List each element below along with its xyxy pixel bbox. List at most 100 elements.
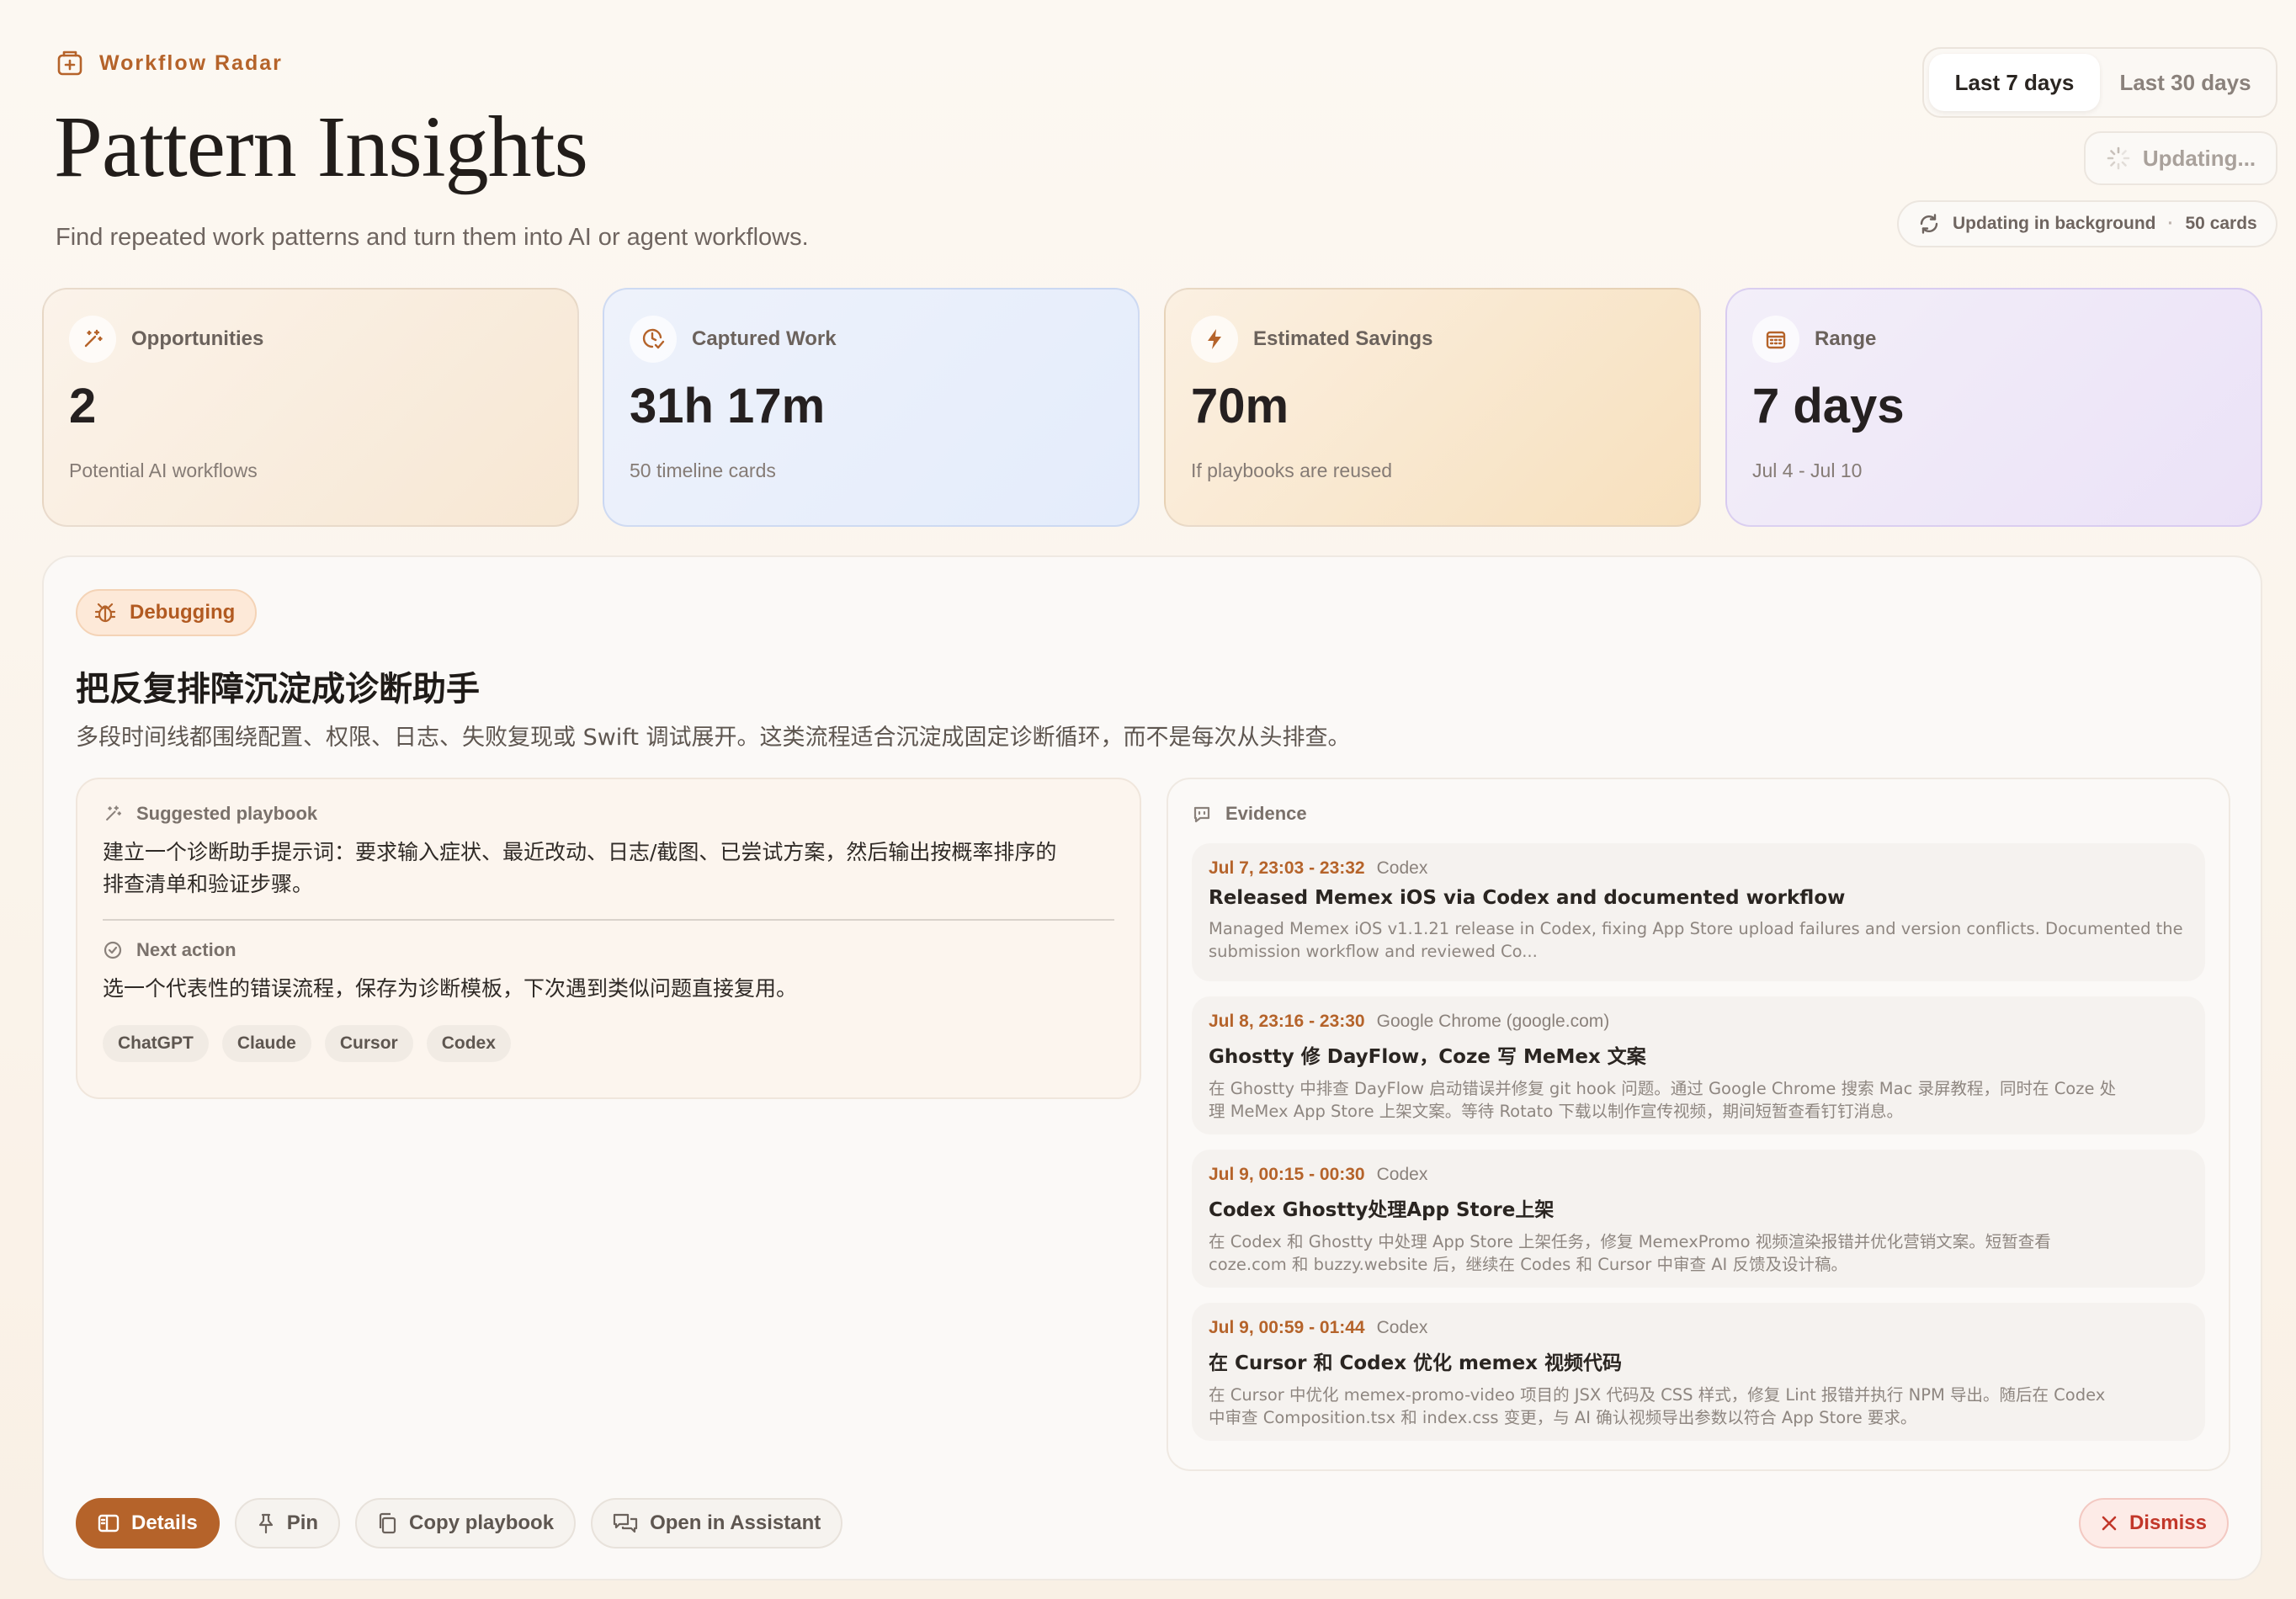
stat-card-opportunities: Opportunities 2 Potential AI workflows (42, 288, 579, 527)
range-last-30-days[interactable]: Last 30 days (2100, 54, 2271, 111)
magic-wand-icon (103, 804, 123, 824)
clock-check-icon (630, 316, 677, 363)
tool-chips: ChatGPT Claude Cursor Codex (103, 1025, 1114, 1062)
page-subtitle: Find repeated work patterns and turn the… (56, 224, 809, 251)
evidence-heading: Evidence (1192, 803, 2205, 825)
details-button[interactable]: Details (76, 1498, 220, 1549)
evidence-item[interactable]: Jul 9, 00:15 - 00:30 Codex Codex Ghostty处… (1192, 1150, 2205, 1288)
copy-icon (377, 1512, 397, 1534)
evidence-app: Codex (1376, 1165, 1428, 1184)
evidence-title: Released Memex iOS via Codex and documen… (1209, 887, 1846, 909)
playbook-heading-label: Suggested playbook (136, 803, 318, 824)
tag-label: Debugging (130, 601, 236, 624)
stat-value: 7 days (1752, 379, 1905, 433)
tool-chip-claude[interactable]: Claude (221, 1025, 311, 1062)
evidence-title: Ghostty 修 DayFlow，Coze 写 MeMex 文案 (1209, 1046, 1646, 1068)
evidence-time: Jul 7, 23:03 - 23:32 (1209, 858, 1365, 878)
playbook-line: 排查清单和验证步骤。 (103, 872, 314, 896)
evidence-description: Managed Memex iOS v1.1.21 release in Cod… (1209, 919, 2183, 961)
tool-chip-chatgpt[interactable]: ChatGPT (103, 1025, 209, 1062)
stat-caption: If playbooks are reused (1191, 460, 1393, 481)
range-last-7-days[interactable]: Last 7 days (1929, 54, 2100, 111)
dismiss-button[interactable]: Dismiss (2078, 1498, 2229, 1549)
calendar-icon (1752, 316, 1799, 363)
insight-card: Debugging 把反复排障沉淀成诊断助手 多段时间线都围绕配置、权限、日志、… (42, 555, 2262, 1580)
evidence-app: Google Chrome (google.com) (1376, 1012, 1610, 1031)
insight-description: 多段时间线都围绕配置、权限、日志、失败复现或 Swift 调试展开。这类流程适合… (76, 725, 1351, 751)
evidence-title: Codex Ghostty处理App Store上架 (1209, 1199, 1555, 1221)
tool-chip-codex[interactable]: Codex (426, 1025, 511, 1062)
lightning-icon (1191, 316, 1238, 363)
sidebar-panel-icon (98, 1514, 120, 1533)
stat-card-estimated-savings: Estimated Savings 70m If playbooks are r… (1164, 288, 1701, 527)
check-circle-icon (103, 940, 123, 960)
copy-playbook-button[interactable]: Copy playbook (355, 1498, 577, 1549)
range-toggle: Last 7 days Last 30 days (1922, 47, 2277, 118)
insight-title: 把反复排障沉淀成诊断助手 (76, 670, 480, 709)
evidence-time: Jul 9, 00:59 - 01:44 (1209, 1318, 1365, 1337)
status-separator: · (2167, 214, 2174, 233)
action-bar: Details Pin Copy playbook Open in Assist… (76, 1498, 843, 1549)
evidence-description: 在 Ghostty 中排查 DayFlow 启动错误并修复 git hook 问… (1209, 1079, 2117, 1121)
next-action-heading-label: Next action (136, 939, 237, 960)
stat-card-range: Range 7 days Jul 4 - Jul 10 (1725, 288, 2262, 527)
comment-icon (1192, 804, 1212, 824)
evidence-time: Jul 8, 23:16 - 23:30 (1209, 1012, 1365, 1031)
evidence-description: 在 Cursor 中优化 memex-promo-video 项目的 JSX 代… (1209, 1385, 2106, 1427)
section-divider (103, 919, 1114, 921)
evidence-app: Codex (1376, 1318, 1428, 1337)
stat-caption: Potential AI workflows (69, 460, 258, 481)
playbook-panel: Suggested playbook 建立一个诊断助手提示词：要求输入症状、最近… (76, 778, 1141, 1099)
brand: Workflow Radar (56, 49, 283, 77)
evidence-description: 在 Codex 和 Ghostty 中处理 App Store 上架任务，修复 … (1209, 1232, 2051, 1274)
status-count: 50 cards (2185, 214, 2257, 233)
evidence-app: Codex (1376, 858, 1428, 878)
chat-bubbles-icon (613, 1512, 638, 1534)
tool-chip-cursor[interactable]: Cursor (324, 1025, 413, 1062)
dismiss-label: Dismiss (2129, 1511, 2207, 1534)
evidence-panel: Evidence Jul 7, 23:03 - 23:32 Codex Relea… (1167, 778, 2230, 1471)
details-label: Details (131, 1511, 198, 1534)
stat-label: Captured Work (692, 327, 837, 350)
background-status: Updating in background · 50 cards (1897, 200, 2277, 247)
stat-value: 70m (1191, 379, 1289, 433)
stat-value: 2 (69, 379, 97, 433)
evidence-time: Jul 9, 00:15 - 00:30 (1209, 1165, 1365, 1184)
stat-card-captured-work: Captured Work 31h 17m 50 timeline cards (603, 288, 1140, 527)
playbook-text: 建立一个诊断助手提示词：要求输入症状、最近改动、日志/截图、已尝试方案，然后输出… (103, 837, 1114, 900)
stat-caption: Jul 4 - Jul 10 (1752, 460, 1863, 481)
evidence-item[interactable]: Jul 7, 23:03 - 23:32 Codex Released Memex… (1192, 843, 2205, 981)
evidence-item[interactable]: Jul 8, 23:16 - 23:30 Google Chrome (googl… (1192, 996, 2205, 1134)
page-title: Pattern Insights (54, 98, 588, 195)
spinner-icon (2106, 146, 2131, 171)
next-action-text: 选一个代表性的错误流程，保存为诊断模板，下次遇到类似问题直接复用。 (103, 976, 798, 1001)
copy-playbook-label: Copy playbook (409, 1511, 555, 1534)
pin-label: Pin (286, 1511, 319, 1534)
evidence-title: 在 Cursor 和 Codex 优化 memex 视频代码 (1209, 1352, 1623, 1374)
stat-label: Estimated Savings (1253, 327, 1433, 350)
evidence-heading-label: Evidence (1225, 803, 1307, 824)
open-in-assistant-button[interactable]: Open in Assistant (591, 1498, 843, 1549)
brand-label: Workflow Radar (99, 50, 283, 75)
stat-label: Range (1815, 327, 1877, 350)
next-action-heading: Next action (103, 939, 1114, 961)
updating-label: Updating... (2142, 145, 2256, 171)
stat-value: 31h 17m (630, 379, 826, 433)
radar-box-icon (56, 49, 84, 77)
stat-label: Opportunities (131, 327, 264, 350)
close-icon (2101, 1515, 2118, 1532)
stat-caption: 50 timeline cards (630, 460, 776, 481)
pin-button[interactable]: Pin (234, 1498, 341, 1549)
category-tag: Debugging (76, 589, 258, 636)
evidence-item[interactable]: Jul 9, 00:59 - 01:44 Codex 在 Cursor 和 Cod… (1192, 1303, 2205, 1441)
playbook-heading: Suggested playbook (103, 803, 1114, 825)
open-in-assistant-label: Open in Assistant (650, 1511, 821, 1534)
evidence-list: Jul 7, 23:03 - 23:32 Codex Released Memex… (1192, 843, 2205, 1441)
status-text: Updating in background (1953, 214, 2156, 233)
pin-icon (257, 1512, 275, 1534)
playbook-line: 建立一个诊断助手提示词：要求输入症状、最近改动、日志/截图、已尝试方案，然后输出… (103, 840, 1057, 864)
magic-wand-icon (69, 316, 116, 363)
bug-icon (93, 600, 118, 625)
updating-button[interactable]: Updating... (2084, 131, 2277, 185)
refresh-icon (1917, 212, 1941, 236)
